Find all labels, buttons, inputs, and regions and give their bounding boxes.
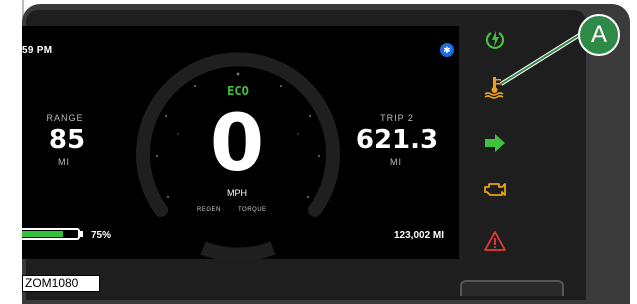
regen-label: REGEN [197,207,221,213]
warning-triangle-icon [475,226,515,256]
range-value: 85 [48,125,86,155]
check-engine-icon [475,174,515,204]
battery-terminal [80,231,83,237]
range-unit: MI [58,157,70,167]
speed-value: 0 [209,99,265,189]
trip-label: TRIP 2 [380,113,414,123]
clock-text: 59 PM [22,45,53,56]
callout-badge: A [578,14,620,56]
odometer-value: 123,002 MI [394,230,445,241]
trip-unit: MI [390,157,402,167]
battery-percent: 75% [91,230,112,241]
dashboard-screen: 59 PM ✱ RANGE 85 MI ECO 0 MPH REGEN TORQ… [22,26,459,259]
direction-arrow-icon [475,128,515,158]
speed-unit: MPH [227,188,247,198]
trip-value: 621.3 [355,125,439,155]
housing-bottom-tab [460,280,564,296]
bluetooth-icon[interactable]: ✱ [440,43,454,57]
callout-leader-line [499,32,583,86]
battery-fill [22,231,63,237]
torque-label: TORQUE [238,207,267,213]
figure-code: ZOM1080 [22,275,100,292]
battery-bar [22,228,80,240]
range-label: RANGE [46,113,84,123]
